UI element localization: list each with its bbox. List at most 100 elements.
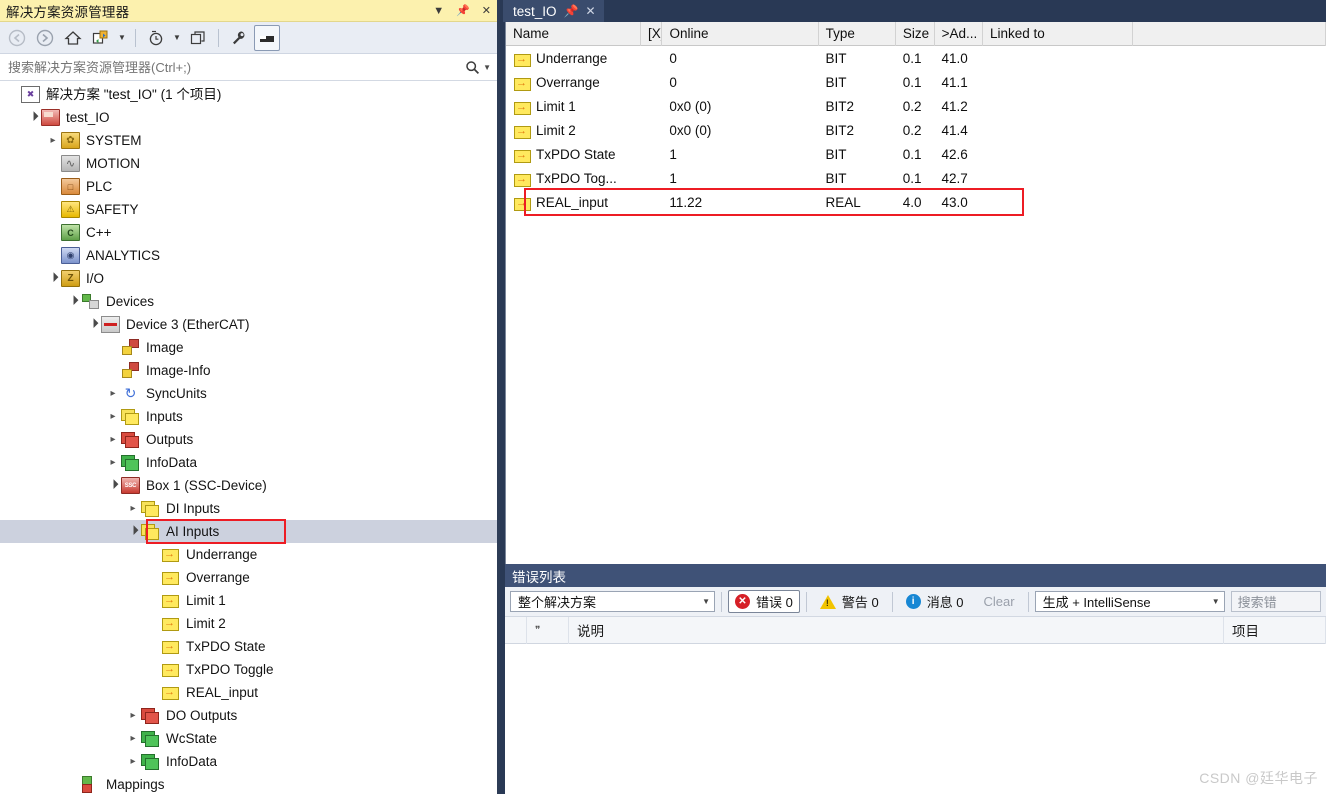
close-icon[interactable]: ✕ xyxy=(482,5,491,17)
expander-open-icon[interactable] xyxy=(105,480,121,491)
build-filter-dropdown[interactable]: 生成 + IntelliSense ▼ xyxy=(1034,591,1225,612)
table-row[interactable]: Overrange 0 BIT 0.1 41.1 xyxy=(506,70,1326,94)
forward-icon[interactable] xyxy=(32,25,58,51)
table-row[interactable]: Limit 1 0x0 (0) BIT2 0.2 41.2 xyxy=(506,94,1326,118)
cell-x xyxy=(641,166,662,190)
expander-closed-icon[interactable] xyxy=(125,756,141,767)
tree-item-plc[interactable]: PLC xyxy=(0,175,497,198)
table-row[interactable]: TxPDO State 1 BIT 0.1 42.6 xyxy=(506,142,1326,166)
var-icon xyxy=(161,569,180,586)
column-header-type[interactable]: Type xyxy=(819,21,896,46)
error-col-sort-icon[interactable]: ❞ xyxy=(527,616,569,644)
tree-item-txpdo-toggle[interactable]: TxPDO Toggle xyxy=(0,658,497,681)
tree-item-inputs[interactable]: Inputs xyxy=(0,405,497,428)
warnings-filter-button[interactable]: 警告 0 xyxy=(813,590,886,613)
sync-with-active-document-icon[interactable] xyxy=(88,25,114,51)
cell-online: 0x0 (0) xyxy=(669,98,712,114)
back-icon[interactable] xyxy=(4,25,30,51)
solution-explorer-search[interactable]: ▼ xyxy=(0,54,497,81)
tree-item-image-info[interactable]: Image-Info xyxy=(0,359,497,382)
tree-item-infodata[interactable]: InfoData xyxy=(0,750,497,773)
column-header-online[interactable]: Online xyxy=(662,21,819,46)
column-header-linked-to[interactable]: Linked to xyxy=(983,21,1134,46)
caret-down-icon[interactable]: ▼ xyxy=(433,5,444,17)
expander-closed-icon[interactable] xyxy=(125,710,141,721)
expander-open-icon[interactable] xyxy=(65,296,81,307)
scope-value: 整个解决方案 xyxy=(518,595,597,610)
search-input[interactable] xyxy=(6,58,466,76)
scope-dropdown[interactable]: 整个解决方案 ▼ xyxy=(510,591,715,612)
tree-item-txpdo-state[interactable]: TxPDO State xyxy=(0,635,497,658)
tree-item-image[interactable]: Image xyxy=(0,336,497,359)
tree-item-test-io-1[interactable]: 解决方案 "test_IO" (1 个项目) xyxy=(0,83,497,106)
tree-item-ai-inputs[interactable]: AI Inputs xyxy=(0,520,497,543)
column-header-ad[interactable]: >Ad... xyxy=(935,21,983,46)
table-row[interactable]: REAL_input 11.22 REAL 4.0 43.0 xyxy=(506,190,1326,214)
expander-closed-icon[interactable] xyxy=(125,733,141,744)
pending-changes-icon[interactable] xyxy=(143,25,169,51)
tree-item-test-io[interactable]: test_IO xyxy=(0,106,497,129)
expander-open-icon[interactable] xyxy=(25,112,41,123)
tree-item-system[interactable]: SYSTEM xyxy=(0,129,497,152)
expander-closed-icon[interactable] xyxy=(105,411,121,422)
errors-filter-button[interactable]: ✕ 错误 0 xyxy=(728,590,800,613)
tree-item-wcstate[interactable]: WcState xyxy=(0,727,497,750)
variables-table-body[interactable]: Underrange 0 BIT 0.1 41.0 Overrange 0 BIT 0.1 41.… xyxy=(506,46,1326,214)
error-col-project[interactable]: 项目 xyxy=(1224,616,1326,644)
tree-item-mappings[interactable]: Mappings xyxy=(0,773,497,794)
messages-filter-button[interactable]: i 消息 0 xyxy=(899,590,971,613)
close-icon[interactable]: ✕ xyxy=(585,4,595,18)
search-options-caret-icon[interactable]: ▼ xyxy=(483,63,491,72)
tree-item-c[interactable]: C++ xyxy=(0,221,497,244)
expander-closed-icon[interactable] xyxy=(45,135,61,146)
tree-item-devices[interactable]: Devices xyxy=(0,290,497,313)
cell-size: 0.1 xyxy=(902,146,922,162)
tree-item-underrange[interactable]: Underrange xyxy=(0,543,497,566)
table-row[interactable]: Limit 2 0x0 (0) BIT2 0.2 41.4 xyxy=(506,118,1326,142)
expander-closed-icon[interactable] xyxy=(105,388,121,399)
tree-item-device-3-ethercat[interactable]: Device 3 (EtherCAT) xyxy=(0,313,497,336)
tree-item-analytics[interactable]: ANALYTICS xyxy=(0,244,497,267)
column-header-x[interactable]: [X] xyxy=(641,21,663,46)
expander-open-icon[interactable] xyxy=(125,526,141,537)
tree-item-real-input[interactable]: REAL_input xyxy=(0,681,497,704)
table-row[interactable]: Underrange 0 BIT 0.1 41.0 xyxy=(506,46,1326,70)
tree-item-i-o[interactable]: I/O xyxy=(0,267,497,290)
expander-closed-icon[interactable] xyxy=(105,434,121,445)
tree-item-limit-2[interactable]: Limit 2 xyxy=(0,612,497,635)
error-list-rows[interactable] xyxy=(505,644,1326,764)
preview-selected-items-icon[interactable] xyxy=(254,24,280,51)
tree-item-syncunits[interactable]: SyncUnits xyxy=(0,382,497,405)
expander-closed-icon[interactable] xyxy=(125,503,141,514)
tree-item-limit-1[interactable]: Limit 1 xyxy=(0,589,497,612)
pin-icon[interactable]: 📌 xyxy=(564,4,579,18)
pending-changes-dropdown-caret-icon[interactable]: ▼ xyxy=(171,25,183,51)
tree-item-infodata[interactable]: InfoData xyxy=(0,451,497,474)
expander-open-icon[interactable] xyxy=(85,319,101,330)
table-row[interactable]: TxPDO Tog... 1 BIT 0.1 42.7 xyxy=(506,166,1326,190)
expander-open-icon[interactable] xyxy=(45,273,61,284)
tree-item-overrange[interactable]: Overrange xyxy=(0,566,497,589)
tree-item-safety[interactable]: SAFETY xyxy=(0,198,497,221)
expander-closed-icon[interactable] xyxy=(105,457,121,468)
clear-button[interactable]: Clear xyxy=(977,590,1022,613)
pin-icon[interactable]: 📌 xyxy=(456,5,470,17)
solution-tree[interactable]: 解决方案 "test_IO" (1 个项目) test_IO SYSTEM MOTIO… xyxy=(0,83,497,794)
home-icon[interactable] xyxy=(60,25,86,51)
column-header-blank[interactable] xyxy=(1133,21,1326,46)
tree-item-do-outputs[interactable]: DO Outputs xyxy=(0,704,497,727)
tree-item-outputs[interactable]: Outputs xyxy=(0,428,497,451)
search-icon-group[interactable]: ▼ xyxy=(465,60,491,75)
error-search-input[interactable]: 搜索错 xyxy=(1230,591,1321,612)
messages-label: 消息 0 xyxy=(926,595,964,610)
column-header-size[interactable]: Size xyxy=(896,21,935,46)
refresh-icon[interactable] xyxy=(185,25,211,51)
error-col-description[interactable]: 说明 xyxy=(569,616,1224,644)
column-header-name[interactable]: Name xyxy=(506,21,641,46)
tree-item-di-inputs[interactable]: DI Inputs xyxy=(0,497,497,520)
tree-item-box-1-ssc-device[interactable]: Box 1 (SSC-Device) xyxy=(0,474,497,497)
properties-icon[interactable] xyxy=(226,25,252,51)
tree-item-motion[interactable]: MOTION xyxy=(0,152,497,175)
tab-test-io[interactable]: test_IO 📌 ✕ xyxy=(503,0,604,22)
sync-dropdown-caret-icon[interactable]: ▼ xyxy=(116,25,128,51)
